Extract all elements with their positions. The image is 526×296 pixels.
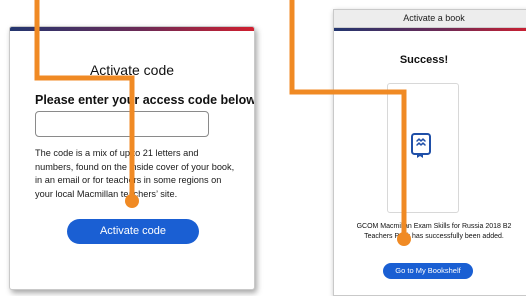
activate-code-card: Activate code Please enter your access c… [9,26,255,290]
code-help-text: The code is a mix of up to 21 letters an… [35,148,235,199]
access-code-heading: Please enter your access code below [35,93,255,107]
activate-book-window: Activate a book Success! GCOM Macmillan … [333,9,526,296]
brand-stripe [10,27,254,31]
book-added-message: GCOM Macmillan Exam Skills for Russia 20… [356,223,512,241]
go-to-bookshelf-button[interactable]: Go to My Bookshelf [383,263,473,279]
window-title: Activate a book [334,10,526,28]
activate-code-button[interactable]: Activate code [67,219,199,244]
success-title: Success! [399,54,449,66]
access-code-input[interactable] [35,111,209,137]
book-icon [411,133,431,158]
book-thumbnail [387,83,459,213]
card-title: Activate code [89,62,175,78]
brand-stripe [334,28,526,31]
